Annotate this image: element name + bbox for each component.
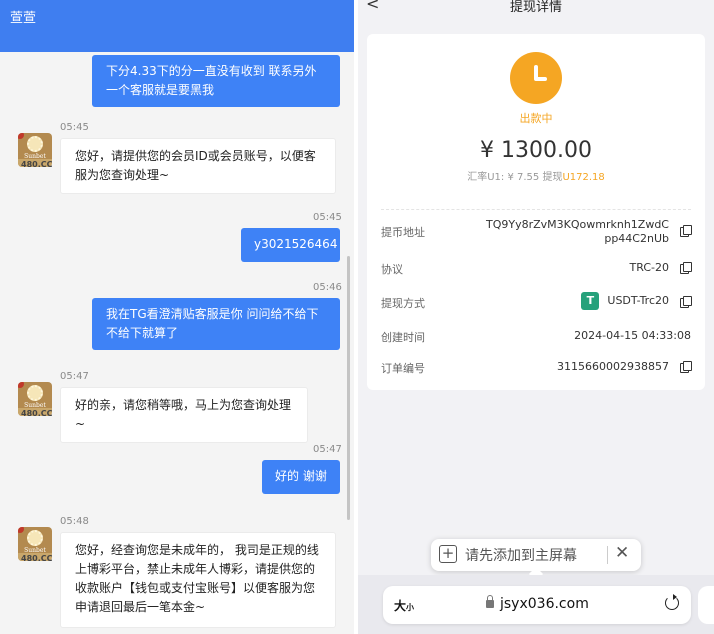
row-protocol: 协议 TRC-20: [381, 261, 692, 277]
message-bubble-outgoing[interactable]: 下分4.33下的分一直没有收到 联系另外一个客服就是要黑我: [92, 55, 340, 107]
row-label: 提现方式: [381, 297, 425, 310]
clock-icon: [510, 52, 562, 104]
reload-icon[interactable]: [665, 594, 679, 610]
row-created: 创建时间 2024-04-15 04:33:08: [381, 329, 691, 345]
row-label: 订单编号: [381, 362, 425, 375]
chat-panel: 萱萱 下分4.33下的分一直没有收到 联系另外一个客服就是要黑我 05:45 S…: [0, 0, 354, 634]
message-time: 05:47: [60, 371, 89, 382]
message-bubble-outgoing[interactable]: 我在TG看澄清贴客服是你 问问给不给下不给下就算了: [92, 298, 340, 350]
withdraw-detail-panel: < 提现详情 出款中 ¥ 1300.00 汇率U1: ¥ 7.55 提现U172…: [358, 0, 714, 634]
popup-text: 请先添加到主屏幕: [465, 548, 577, 564]
copy-icon[interactable]: [680, 361, 692, 373]
method-value: T USDT-Trc20: [581, 292, 669, 310]
row-method: 提现方式 T USDT-Trc20: [381, 292, 692, 312]
copy-icon[interactable]: [680, 262, 692, 274]
message-bubble-outgoing[interactable]: y3021526464: [241, 228, 340, 262]
tether-icon: T: [581, 292, 600, 310]
status-label: 出款中: [519, 112, 553, 125]
address-bar[interactable]: 大小 jsyx036.com: [383, 586, 691, 624]
copy-icon[interactable]: [680, 225, 692, 237]
message-time: 05:47: [313, 444, 342, 455]
withdraw-card: 出款中 ¥ 1300.00 汇率U1: ¥ 7.55 提现U172.18 提币地…: [367, 34, 705, 390]
close-icon[interactable]: ✕: [615, 543, 629, 563]
text-size-button[interactable]: 大小: [394, 597, 414, 614]
url-text[interactable]: jsyx036.com: [500, 596, 589, 612]
protocol-value: TRC-20: [629, 261, 669, 274]
exchange-rate: 汇率U1: ¥ 7.55 提现U172.18: [467, 172, 605, 183]
add-to-home-popup[interactable]: + 请先添加到主屏幕 ✕: [431, 539, 641, 571]
row-order: 订单编号 3115660002938857: [381, 360, 692, 376]
amount-value: ¥ 1300.00: [480, 138, 592, 163]
message-time: 05:45: [60, 122, 89, 133]
address-value[interactable]: TQ9Yy8rZvM3KQowmrknh1ZwdC pp44C2nUb: [486, 218, 669, 246]
next-tab-preview[interactable]: [698, 586, 714, 624]
message-time: 05:48: [60, 516, 89, 527]
message-bubble-incoming[interactable]: 您好，经查询您是未成年的， 我司是正规的线上博彩平台，禁止未成年人博彩，请提供您…: [60, 532, 336, 628]
message-time: 05:46: [313, 282, 342, 293]
message-bubble-outgoing[interactable]: 好的 谢谢: [262, 460, 340, 494]
row-label: 创建时间: [381, 331, 425, 344]
row-label: 提币地址: [381, 226, 425, 239]
message-time: 05:45: [313, 212, 342, 223]
add-to-home-icon: +: [439, 545, 457, 563]
popup-separator: [607, 546, 608, 564]
avatar-site-label: 480.CC: [21, 554, 53, 563]
chat-header: 萱萱: [0, 0, 354, 52]
copy-icon[interactable]: [680, 296, 692, 308]
avatar-site-label: 480.CC: [21, 160, 53, 169]
chat-scrollbar[interactable]: [347, 256, 350, 520]
message-bubble-incoming[interactable]: 您好，请提供您的会员ID或会员账号，以便客服为您查询处理~: [60, 138, 336, 194]
divider: [381, 209, 691, 210]
row-label: 协议: [381, 263, 403, 276]
chat-title: 萱萱: [10, 11, 37, 26]
row-address: 提币地址 TQ9Yy8rZvM3KQowmrknh1ZwdC pp44C2nUb: [381, 218, 692, 250]
lock-icon: [486, 595, 494, 608]
avatar-site-label: 480.CC: [21, 409, 53, 418]
message-bubble-incoming[interactable]: 好的亲，请您稍等哦，马上为您查询处理~: [60, 387, 308, 443]
page-title: 提现详情: [509, 0, 562, 15]
created-time-value: 2024-04-15 04:33:08: [574, 329, 691, 342]
order-id-value: 3115660002938857: [557, 360, 669, 373]
